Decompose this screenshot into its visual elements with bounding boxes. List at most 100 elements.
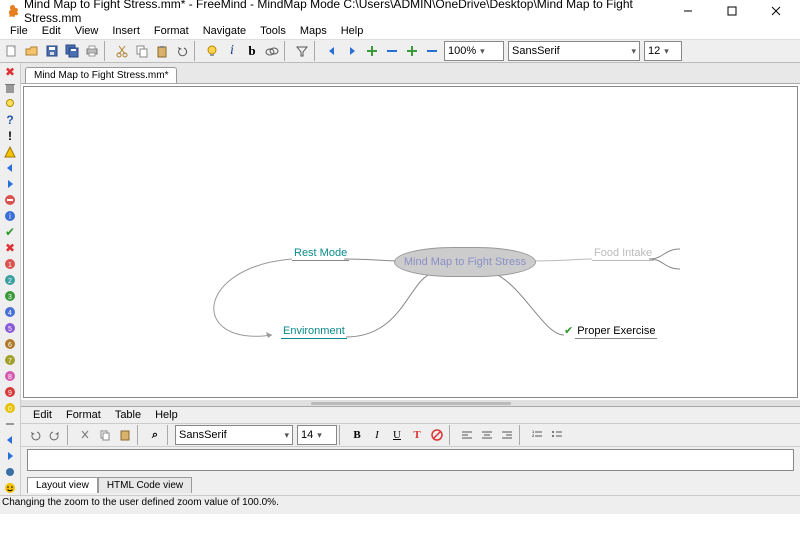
prio7-icon[interactable]: 7 [2,353,18,367]
italic-button[interactable]: I [367,425,387,445]
minimize-button[interactable] [670,1,706,21]
editor-size-combo[interactable]: 14▾ [297,425,337,445]
underline-button[interactable]: U [387,425,407,445]
mindmap-canvas[interactable]: Mind Map to Fight Stress Rest Mode Envir… [23,86,798,398]
print-icon[interactable] [82,41,102,61]
prio3-icon[interactable]: 3 [2,289,18,303]
editor-font-combo[interactable]: SansSerif▾ [175,425,293,445]
flag-icon[interactable] [2,417,18,431]
remove-icon[interactable]: ✖ [2,65,18,79]
collapse-icon[interactable] [382,41,402,61]
cloud-icon[interactable] [262,41,282,61]
help-icon[interactable]: ? [2,113,18,127]
svg-text:i: i [9,212,11,221]
menu-help[interactable]: Help [335,24,370,38]
bold-icon[interactable]: b [242,41,262,61]
nav-right-icon[interactable] [342,41,362,61]
prio5-icon[interactable]: 5 [2,321,18,335]
prio9-icon[interactable]: 9 [2,385,18,399]
align-right-button[interactable] [497,425,517,445]
node-center[interactable]: Mind Map to Fight Stress [394,247,536,277]
editor-menu-help[interactable]: Help [149,408,184,422]
editor-menu-table[interactable]: Table [109,408,147,422]
menu-maps[interactable]: Maps [294,24,333,38]
textcolor-button[interactable]: T [407,425,427,445]
editor-undo-icon[interactable] [25,425,45,445]
stop-icon[interactable] [2,193,18,207]
trash-icon[interactable] [2,81,18,95]
prio2-icon[interactable]: 2 [2,273,18,287]
forward-icon[interactable] [2,177,18,191]
new-icon[interactable] [2,41,22,61]
tab-label: Mind Map to Fight Stress.mm* [34,70,168,81]
node-rest-mode[interactable]: Rest Mode [292,247,349,259]
zoom-out-icon[interactable] [422,41,442,61]
saveall-icon[interactable] [62,41,82,61]
important-icon[interactable]: ! [2,129,18,143]
undo-icon[interactable] [172,41,192,61]
prio1-icon[interactable]: 1 [2,257,18,271]
list-ordered-button[interactable]: 12 [527,425,547,445]
menu-file[interactable]: File [4,24,34,38]
menu-format[interactable]: Format [148,24,195,38]
clearformat-button[interactable] [427,425,447,445]
italic-icon[interactable]: i [222,41,242,61]
left-blue-icon[interactable] [2,433,18,447]
bulb-icon[interactable] [202,41,222,61]
prio6-icon[interactable]: 6 [2,337,18,351]
align-center-button[interactable] [477,425,497,445]
info-icon[interactable]: i [2,209,18,223]
node-label: Proper Exercise [575,325,657,339]
maximize-button[interactable] [714,1,750,21]
close-button[interactable] [758,1,794,21]
editor-menu-edit[interactable]: Edit [27,408,58,422]
fontsize-combo[interactable]: 12▾ [644,41,682,61]
bold-button[interactable]: B [347,425,367,445]
open-icon[interactable] [22,41,42,61]
ok-icon[interactable]: ✔ [2,225,18,239]
editor-menu-format[interactable]: Format [60,408,107,422]
no-icon[interactable]: ✖ [2,241,18,255]
list-bullet-button[interactable] [547,425,567,445]
editor-find-icon[interactable]: ⌕ [145,425,165,445]
window-title: Mind Map to Fight Stress.mm* - FreeMind … [24,0,670,25]
right-blue-icon[interactable] [2,449,18,463]
editor-textarea[interactable] [27,449,794,471]
menu-tools[interactable]: Tools [254,24,292,38]
prio4-icon[interactable]: 4 [2,305,18,319]
editor-copy-icon[interactable] [95,425,115,445]
menu-view[interactable]: View [69,24,105,38]
svg-text:0: 0 [8,406,12,413]
filter-icon[interactable] [292,41,312,61]
copy-icon[interactable] [132,41,152,61]
node-food-intake[interactable]: Food Intake [592,247,654,259]
node-environment[interactable]: Environment [281,325,347,337]
title-bar: Mind Map to Fight Stress.mm* - FreeMind … [0,0,800,22]
editor-redo-icon[interactable] [45,425,65,445]
menu-navigate[interactable]: Navigate [197,24,252,38]
tab-html-view[interactable]: HTML Code view [98,477,192,493]
save-icon[interactable] [42,41,62,61]
zoom-combo[interactable]: 100%▾ [444,41,504,61]
warning-icon[interactable] [2,145,18,159]
node-proper-exercise[interactable]: ✔Proper Exercise [564,324,657,337]
cut-icon[interactable] [112,41,132,61]
editor-cut-icon[interactable] [75,425,95,445]
paste-icon[interactable] [152,41,172,61]
align-left-button[interactable] [457,425,477,445]
font-combo[interactable]: SansSerif▾ [508,41,640,61]
zoom-in-icon[interactable] [402,41,422,61]
tab-document[interactable]: Mind Map to Fight Stress.mm* [25,67,177,83]
back-icon[interactable] [2,161,18,175]
prio8-icon[interactable]: 8 [2,369,18,383]
idea-icon[interactable] [2,97,18,111]
expand-icon[interactable] [362,41,382,61]
menu-insert[interactable]: Insert [106,24,146,38]
tab-layout-view[interactable]: Layout view [27,477,98,493]
nav-left-icon[interactable] [322,41,342,61]
menu-edit[interactable]: Edit [36,24,67,38]
prio0-icon[interactable]: 0 [2,401,18,415]
star-icon[interactable] [2,465,18,479]
editor-paste-icon[interactable] [115,425,135,445]
smiley-icon[interactable] [2,481,18,495]
